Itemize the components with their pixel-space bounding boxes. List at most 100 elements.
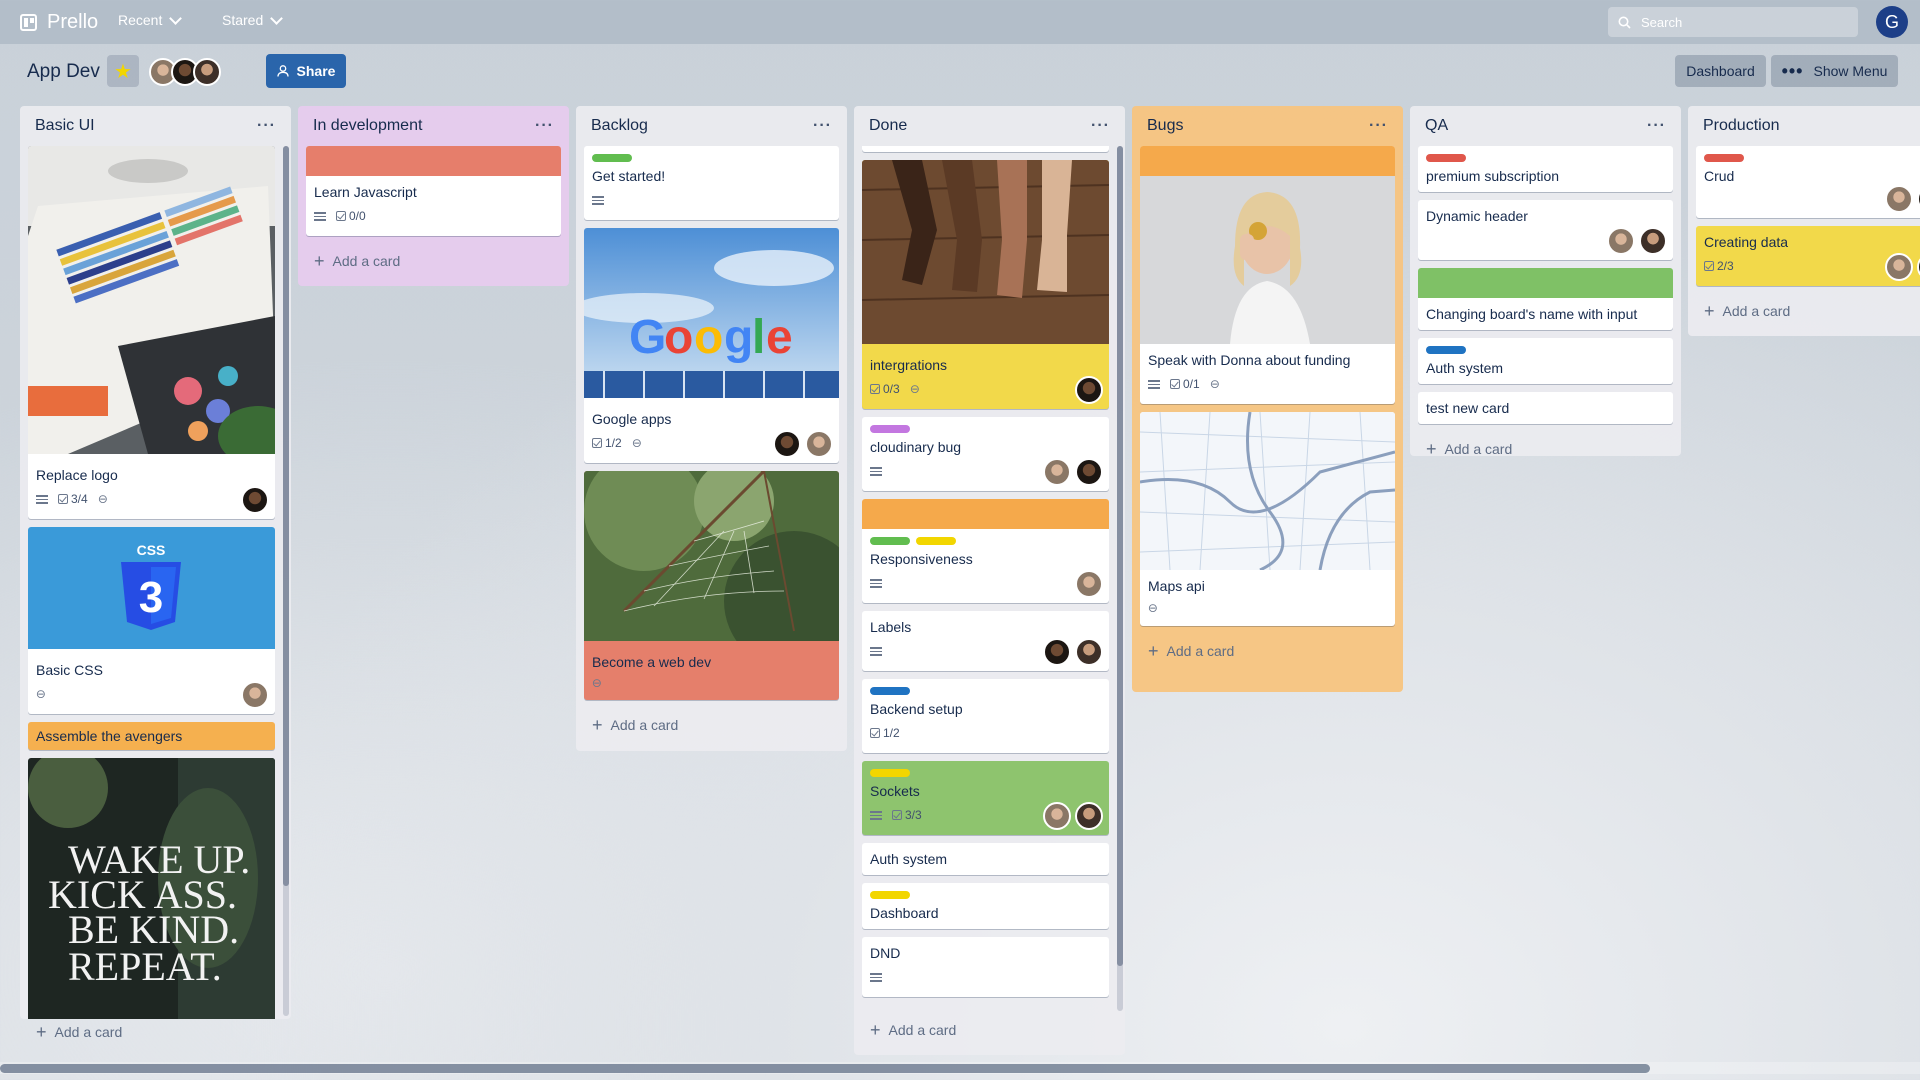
card-cloudinary-bug[interactable]: cloudinary bug (862, 417, 1109, 491)
list-title[interactable]: Done (869, 117, 907, 135)
card-title: premium subscription (1426, 168, 1560, 184)
user-avatar[interactable]: G (1876, 6, 1908, 38)
scrollbar-thumb[interactable] (0, 1064, 1650, 1073)
avatar[interactable] (773, 430, 801, 458)
avatar[interactable] (1075, 458, 1103, 486)
card-assemble-the-avengers[interactable]: Assemble the avengers (28, 722, 275, 750)
avatar[interactable] (1043, 638, 1071, 666)
avatar[interactable] (1075, 802, 1103, 830)
show-menu-button[interactable]: ••• Show Menu (1771, 55, 1898, 87)
card-test-new-card[interactable]: test new card (1418, 392, 1673, 424)
search-input[interactable] (1639, 13, 1843, 31)
avatar[interactable] (241, 486, 269, 514)
list-title[interactable]: Backlog (591, 117, 648, 135)
card-responsiveness[interactable]: Responsiveness (862, 499, 1109, 603)
card-get-started[interactable]: Get started! (584, 146, 839, 220)
chevron-down-icon (169, 11, 183, 25)
card-sockets[interactable]: Sockets 3/3 (862, 761, 1109, 835)
card-creating-data[interactable]: Creating data 2/3 (1696, 226, 1920, 286)
avatar[interactable] (1043, 458, 1071, 486)
card-title: Labels (870, 619, 912, 635)
avatar[interactable] (1075, 376, 1103, 404)
avatar[interactable] (241, 681, 269, 709)
list-scrollbar[interactable] (283, 146, 289, 1016)
recent-dropdown[interactable]: Recent (118, 11, 183, 28)
avatar[interactable] (1075, 570, 1103, 598)
card-speak-with-donna[interactable]: Speak with Donna about funding 0/1 ⊘ (1140, 146, 1395, 404)
card-auth-system[interactable]: Auth system (1418, 338, 1673, 384)
avatar[interactable] (805, 430, 833, 458)
stared-label: Stared (222, 12, 264, 28)
stared-dropdown[interactable]: Stared (222, 11, 284, 28)
card-basic-css[interactable]: CSS 3 Basic CSS ⊘ (28, 527, 275, 714)
add-card-button[interactable]: + Add a card (584, 708, 839, 742)
add-card-button[interactable]: + Add a card (1696, 294, 1920, 328)
card-title: Changing board's name with input (1426, 306, 1638, 322)
more-icon[interactable]: ··· (535, 117, 554, 135)
add-card-button[interactable]: + Add a card (306, 244, 561, 278)
svg-text:REPEAT.: REPEAT. (68, 944, 222, 989)
list-backlog: Backlog ··· Get started! Google Google ap (576, 106, 847, 751)
card-title: Backend setup (870, 701, 963, 717)
more-icon[interactable]: ··· (257, 117, 276, 135)
more-icon[interactable]: ··· (1369, 117, 1388, 135)
avatar[interactable] (1607, 227, 1635, 255)
share-button[interactable]: Share (266, 54, 346, 88)
more-icon[interactable]: ··· (813, 117, 832, 135)
card-dashboard[interactable]: Dashboard (862, 883, 1109, 929)
logo-icon (20, 14, 37, 31)
avatar[interactable] (1639, 227, 1667, 255)
card-changing-board-name[interactable]: Changing board's name with input (1418, 268, 1673, 330)
card-crud[interactable]: Crud (1696, 146, 1920, 218)
more-icon[interactable]: ··· (1091, 117, 1110, 135)
list-title[interactable]: Basic UI (35, 117, 95, 135)
board-scrollbar[interactable] (0, 1062, 1920, 1074)
avatar[interactable] (1043, 802, 1071, 830)
card-auth-system[interactable]: Auth system (862, 843, 1109, 875)
card-dnd[interactable]: DND (862, 937, 1109, 997)
avatar[interactable] (1885, 185, 1913, 213)
search-box[interactable] (1608, 7, 1858, 37)
card-premium-subscription[interactable]: premium subscription (1418, 146, 1673, 192)
card-become-a-web-dev[interactable]: Become a web dev ⊘ (584, 471, 839, 700)
avatar[interactable] (1075, 638, 1103, 666)
card-dynamic-header[interactable]: Dynamic header (1418, 200, 1673, 260)
svg-text:g: g (724, 311, 753, 364)
more-icon[interactable]: ··· (1647, 117, 1666, 135)
add-card-button[interactable]: + Add a card (28, 1015, 130, 1049)
avatar[interactable] (1885, 253, 1913, 281)
list-title[interactable]: In development (313, 117, 422, 135)
list-title[interactable]: Bugs (1147, 117, 1183, 135)
add-card-button[interactable]: + Add a card (1140, 634, 1395, 668)
card-cover-color (862, 499, 1109, 529)
card-google-apps[interactable]: Google Google apps 1/2 ⊘ (584, 228, 839, 463)
card-title: DND (870, 945, 901, 961)
label-yellow (870, 891, 910, 899)
add-card-button[interactable]: + Add a card (1418, 432, 1673, 457)
search-icon (1618, 16, 1631, 29)
avatar[interactable] (193, 58, 221, 86)
list-scrollbar[interactable] (1117, 146, 1123, 1011)
card-partial[interactable] (862, 146, 1109, 152)
card-title: Maps api (1148, 578, 1205, 594)
card-title: Get started! (592, 168, 666, 184)
card-labels[interactable]: Labels (862, 611, 1109, 671)
board-title[interactable]: App Dev (27, 61, 100, 83)
card-replace-logo[interactable]: Replace logo 3/4 ⊘ (28, 146, 275, 519)
checklist-count: 1/2 (605, 436, 622, 450)
card-badges: 3/4 ⊘ (36, 485, 267, 513)
star-button[interactable]: ★ (107, 55, 139, 87)
card-maps-api[interactable]: Maps api ⊘ (1140, 412, 1395, 626)
card-intergrations[interactable]: intergrations 0/3 ⊘ (862, 160, 1109, 409)
card-backend-setup[interactable]: Backend setup 1/2 (862, 679, 1109, 753)
add-card-button[interactable]: + Add a card (862, 1013, 1117, 1047)
app-logo[interactable]: Prello (20, 11, 98, 34)
list-title[interactable]: QA (1425, 117, 1448, 135)
card-learn-javascript[interactable]: Learn Javascript 0/0 (306, 146, 561, 236)
attachment-icon: ⊘ (588, 674, 606, 692)
show-menu-label: Show Menu (1813, 63, 1888, 79)
list-title[interactable]: Production (1703, 117, 1780, 135)
dashboard-button[interactable]: Dashboard (1675, 55, 1766, 87)
share-label: Share (296, 63, 336, 79)
card-wake-up-image[interactable]: WAKE UP. KICK ASS. BE KIND. REPEAT. (28, 758, 275, 1019)
